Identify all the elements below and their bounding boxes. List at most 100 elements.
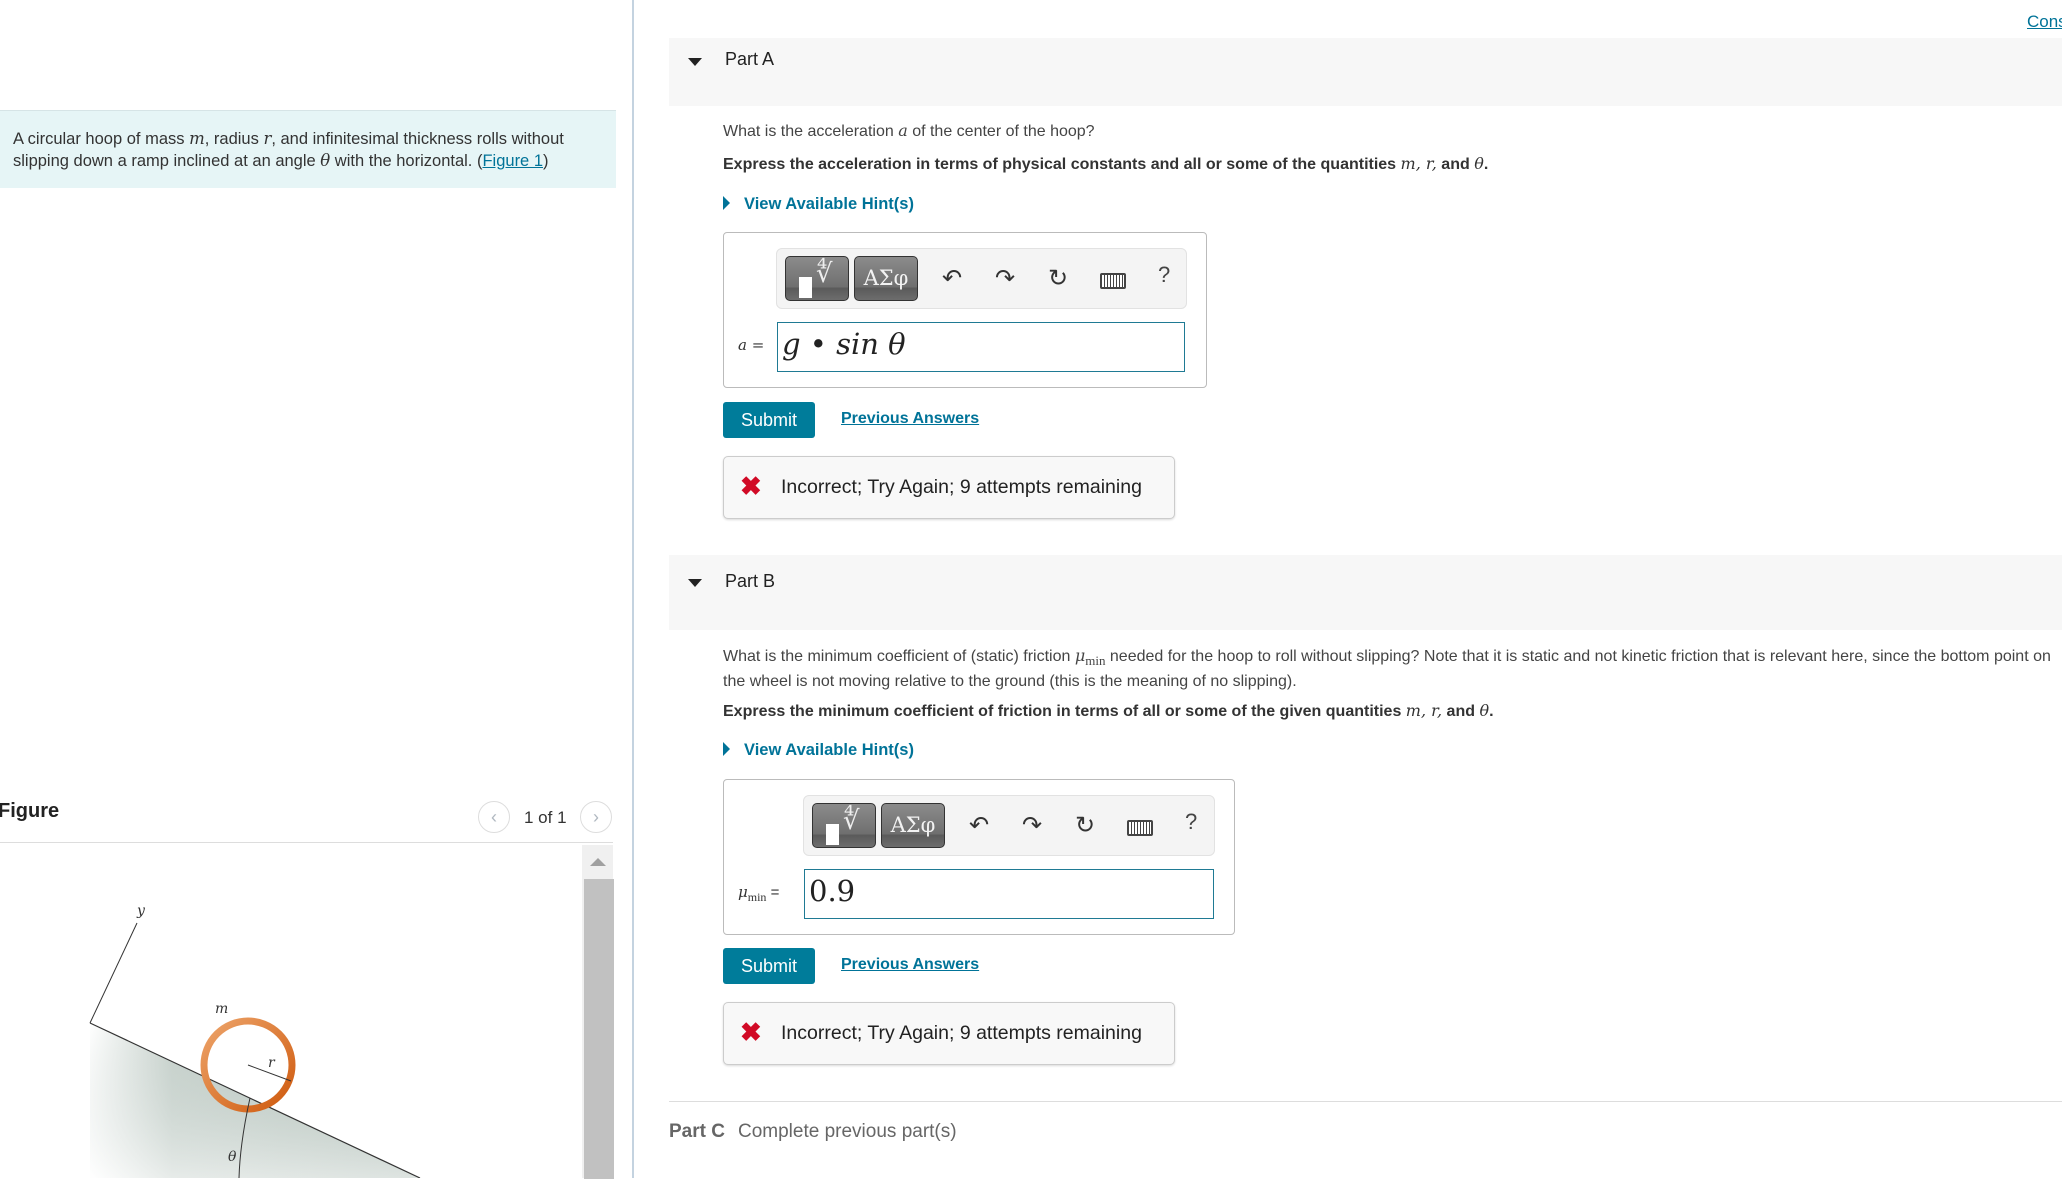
answer-label: μmin = (738, 883, 779, 905)
figure-link[interactable]: Figure 1 (482, 152, 543, 170)
instruction-text: and (1442, 703, 1480, 720)
var-a: a (898, 121, 908, 140)
math-toolbar: ∜ ΑΣφ ↶ ↷ ↻ ? (803, 795, 1215, 856)
instruction-text: . (1489, 703, 1494, 720)
help-button[interactable]: ? (1158, 262, 1170, 288)
part-b-answer-box: ∜ ΑΣφ ↶ ↷ ↻ ? μmin = 0.9 (723, 779, 1235, 935)
figure-title: Figure (0, 800, 60, 822)
incorrect-x-icon: ✖ (740, 471, 762, 501)
part-a-previous-answers-link[interactable]: Previous Answers (841, 410, 979, 428)
part-b-instruction: Express the minimum coefficient of frict… (723, 701, 1494, 721)
instruction-vars: m, r, (1400, 154, 1437, 173)
template-block-icon (799, 277, 812, 298)
redo-icon[interactable]: ↷ (990, 264, 1020, 294)
radius-label: r (268, 1055, 276, 1071)
var-mu-subscript: min (1085, 653, 1106, 669)
chevron-right-icon: › (593, 806, 599, 827)
instruction-text: Express the acceleration in terms of phy… (723, 156, 1401, 173)
greek-symbols-button[interactable]: ΑΣφ (854, 256, 918, 301)
redo-icon[interactable]: ↷ (1017, 811, 1047, 841)
chevron-left-icon: ‹ (491, 806, 497, 827)
label-eq: = (766, 884, 780, 901)
undo-icon[interactable]: ↶ (964, 811, 994, 841)
problem-text: , radius (204, 130, 264, 148)
feedback-message: Incorrect; Try Again; 9 attempts remaini… (781, 476, 1142, 498)
part-a-answer-input[interactable]: g • sin θ (777, 322, 1185, 372)
collapse-triangle-icon[interactable] (688, 58, 702, 66)
problem-text: A circular hoop of mass (13, 130, 190, 148)
question-text: What is the minimum coefficient of (stat… (723, 648, 1075, 665)
var-m: m (189, 129, 205, 148)
part-a-question: What is the acceleration a of the center… (723, 120, 1095, 142)
constants-link[interactable]: Cons (2027, 12, 2062, 32)
problem-text: with the horizontal. ( (330, 152, 483, 170)
figure-pager: 1 of 1 (524, 808, 567, 827)
var-theta: θ (1474, 154, 1484, 173)
problem-statement: A circular hoop of mass m, radius r, and… (0, 110, 616, 188)
reset-icon[interactable]: ↻ (1043, 264, 1073, 294)
hoop-on-ramp-diagram: y m r θ (89, 903, 421, 1178)
greek-symbols-button[interactable]: ΑΣφ (881, 803, 945, 848)
part-a-label: Part A (725, 49, 775, 69)
feedback-message: Incorrect; Try Again; 9 attempts remaini… (781, 1022, 1142, 1044)
part-b-feedback: ✖ Incorrect; Try Again; 9 attempts remai… (723, 1002, 1175, 1065)
radical-icon: ∜ (816, 259, 833, 289)
mass-label: m (215, 1001, 228, 1017)
part-b-label: Part B (725, 571, 776, 591)
keyboard-icon[interactable] (1127, 820, 1153, 836)
template-block-icon (826, 824, 839, 845)
problem-text: ) (543, 152, 549, 170)
reset-icon[interactable]: ↻ (1070, 811, 1100, 841)
left-pane: A circular hoop of mass m, radius r, and… (0, 0, 632, 1179)
instruction-text: and (1436, 156, 1475, 173)
part-a-instruction: Express the acceleration in terms of phy… (723, 154, 1488, 174)
part-b-header[interactable]: Part B (669, 555, 2062, 630)
part-a-hints-link[interactable]: View Available Hint(s) (723, 195, 914, 214)
instruction-text: . (1483, 156, 1489, 173)
figure-scrollbar[interactable] (582, 845, 614, 1179)
label-sub: min (747, 890, 767, 904)
keyboard-icon[interactable] (1100, 273, 1126, 289)
part-c-divider (669, 1101, 2062, 1102)
math-toolbar: ∜ ΑΣφ ↶ ↷ ↻ ? (776, 248, 1187, 309)
undo-icon[interactable]: ↶ (937, 264, 967, 294)
templates-button[interactable]: ∜ (812, 803, 876, 848)
help-button[interactable]: ? (1185, 809, 1197, 835)
var-theta: θ (1479, 701, 1490, 720)
hint-link-label: View Available Hint(s) (744, 195, 914, 213)
part-b-answer-input[interactable]: 0.9 (804, 869, 1214, 919)
part-c-status: Complete previous part(s) (738, 1121, 957, 1142)
part-b-previous-answers-link[interactable]: Previous Answers (841, 956, 979, 974)
hint-link-label: View Available Hint(s) (744, 741, 914, 759)
caret-right-icon (723, 196, 730, 210)
templates-button[interactable]: ∜ (785, 256, 849, 301)
part-a-submit-button[interactable]: Submit (723, 402, 815, 438)
question-text: What is the acceleration (723, 123, 899, 140)
y-axis-label: y (136, 903, 146, 919)
instruction-text: Express the minimum coefficient of frict… (723, 703, 1406, 720)
part-c-label: Part C (669, 1121, 725, 1142)
part-a-answer-box: ∜ ΑΣφ ↶ ↷ ↻ ? a = g • sin θ (723, 232, 1207, 388)
figure-image: y m r θ (0, 843, 580, 1178)
incorrect-x-icon: ✖ (740, 1017, 762, 1047)
instruction-vars: m, r, (1405, 701, 1443, 720)
pane-divider[interactable] (632, 0, 634, 1178)
answer-label: a = (738, 336, 765, 354)
figure-prev-button[interactable]: ‹ (478, 801, 510, 833)
var-theta: θ (320, 151, 331, 170)
caret-right-icon (723, 742, 730, 756)
collapse-triangle-icon[interactable] (688, 579, 702, 587)
figure-next-button[interactable]: › (580, 801, 612, 833)
angle-label: θ (228, 1149, 237, 1165)
scroll-up-arrow-icon[interactable] (590, 858, 606, 866)
y-axis (89, 922, 138, 1024)
label-var: μ (738, 883, 748, 901)
var-mu: μ (1074, 646, 1086, 665)
part-b-hints-link[interactable]: View Available Hint(s) (723, 741, 914, 760)
question-text: of the center of the hoop? (907, 123, 1095, 140)
part-b-question: What is the minimum coefficient of (stat… (723, 645, 2053, 692)
part-a-header[interactable]: Part A (669, 38, 2062, 106)
scrollbar-thumb[interactable] (584, 879, 614, 1179)
part-a-feedback: ✖ Incorrect; Try Again; 9 attempts remai… (723, 456, 1175, 519)
part-b-submit-button[interactable]: Submit (723, 948, 815, 984)
